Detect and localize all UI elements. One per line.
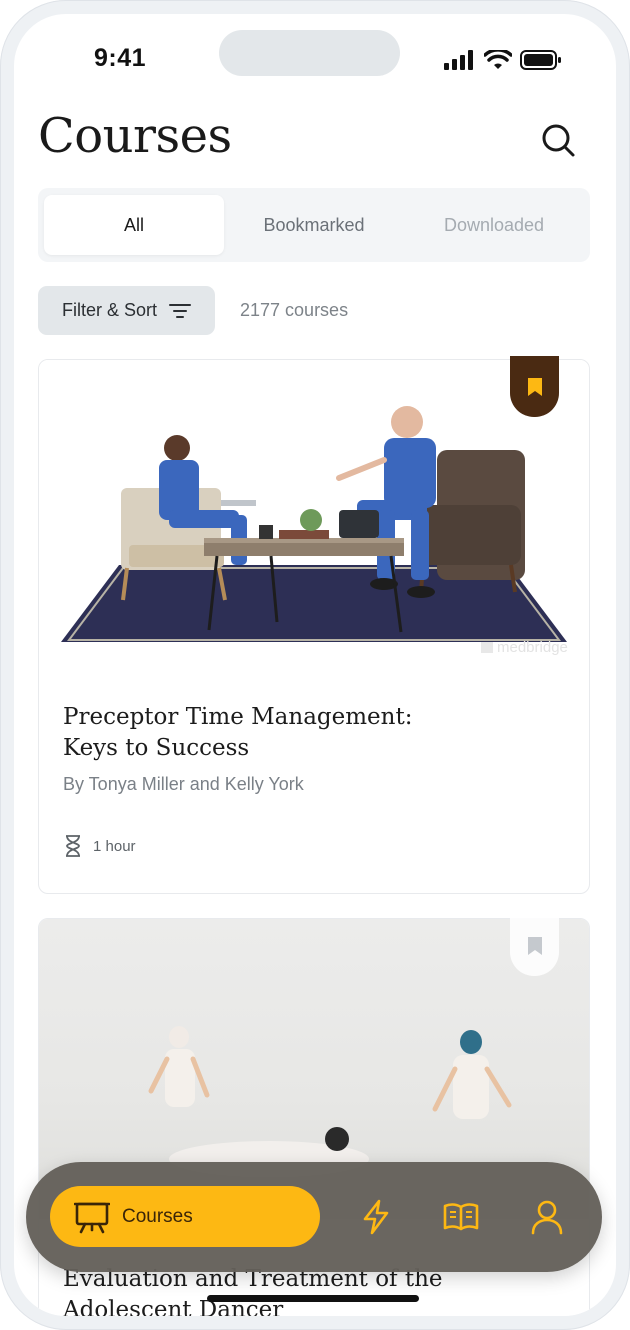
course-title: Preceptor Time Management: Keys to Succes… [63, 702, 563, 764]
nav-courses-label: Courses [122, 1205, 193, 1227]
cellular-signal-icon [444, 50, 473, 70]
filter-sort-label: Filter & Sort [61, 300, 158, 320]
status-time: 9:41 [94, 44, 147, 72]
page-title: Courses [38, 108, 232, 164]
tab-all[interactable]: All [44, 195, 224, 255]
tab-bookmarked[interactable]: Bookmarked [224, 195, 404, 255]
hourglass-icon [66, 835, 80, 857]
nav-courses-button[interactable]: Courses [50, 1186, 320, 1247]
lightning-icon [363, 1199, 389, 1235]
course-author: By Tonya Miller and Kelly York [63, 774, 304, 794]
nav-lightning-button[interactable] [357, 1198, 395, 1236]
course-count: 2177 courses [240, 300, 349, 320]
course-title-line: Preceptor Time Management: [63, 704, 413, 730]
course-duration: 1 hour [63, 834, 136, 858]
tab-downloaded[interactable]: Downloaded [404, 195, 584, 255]
filter-lines-icon [169, 303, 192, 318]
course-illustration [61, 406, 567, 653]
home-indicator [207, 1295, 419, 1302]
nav-library-button[interactable] [442, 1198, 480, 1236]
user-icon [531, 1200, 563, 1235]
open-book-icon [443, 1203, 479, 1231]
bookmark-button[interactable] [510, 915, 559, 976]
duration-label: 1 hour [93, 837, 136, 855]
course-image: medbridge [39, 360, 589, 665]
watermark-text: medbridge [497, 639, 568, 656]
phone-frame: 9:41 Courses All Bookmarked Downloaded F… [0, 0, 630, 1330]
dynamic-island [219, 30, 400, 76]
bookmark-button[interactable] [510, 356, 559, 417]
battery-icon [520, 50, 561, 70]
wifi-icon [484, 50, 512, 69]
presentation-board-icon [74, 1202, 110, 1233]
search-icon [542, 124, 575, 157]
bookmark-outline-icon [527, 936, 542, 955]
search-button[interactable] [538, 120, 578, 160]
nav-profile-button[interactable] [528, 1198, 566, 1236]
status-icons [444, 48, 562, 72]
course-card[interactable]: medbridge Preceptor Time Management: Keys… [38, 359, 590, 894]
course-title-line: Keys to Success [63, 735, 250, 761]
screen: 9:41 Courses All Bookmarked Downloaded F… [14, 14, 616, 1316]
filter-sort-button[interactable]: Filter & Sort [38, 286, 215, 335]
bottom-nav: Courses [26, 1162, 602, 1272]
bookmark-filled-icon [527, 377, 542, 396]
course-tabs: All Bookmarked Downloaded [38, 188, 590, 262]
